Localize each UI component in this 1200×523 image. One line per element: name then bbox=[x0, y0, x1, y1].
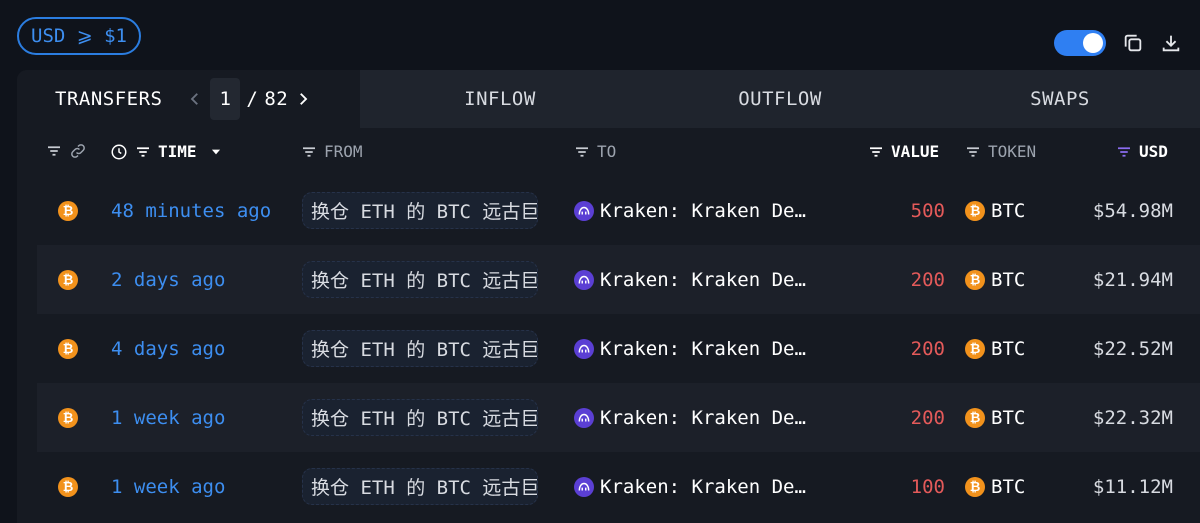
bitcoin-icon: ₿ bbox=[965, 200, 985, 221]
from-entity[interactable]: 换仓 ETH 的 BTC 远古巨鲸 bbox=[302, 399, 538, 436]
usd-filter-chip[interactable]: USD ⩾ $1 bbox=[17, 17, 141, 55]
tab-inflow[interactable]: INFLOW bbox=[360, 70, 640, 128]
value-cell: 500 bbox=[910, 199, 945, 222]
filter-icon[interactable] bbox=[964, 143, 982, 161]
header-from[interactable]: FROM bbox=[300, 142, 363, 161]
bitcoin-icon: ₿ bbox=[58, 200, 78, 221]
value-cell: 200 bbox=[910, 337, 945, 360]
page-separator: / bbox=[246, 88, 259, 110]
value-cell: 100 bbox=[910, 475, 945, 498]
kraken-icon bbox=[574, 407, 594, 428]
bitcoin-icon: ₿ bbox=[58, 338, 78, 359]
filter-icon[interactable] bbox=[300, 143, 318, 161]
time-link[interactable]: 4 days ago bbox=[111, 314, 225, 383]
tab-transfers[interactable]: TRANSFERS 1 / 82 bbox=[17, 70, 360, 128]
total-pages: 82 bbox=[264, 88, 289, 110]
header-usd[interactable]: USD bbox=[1115, 142, 1168, 161]
filter-icon[interactable] bbox=[45, 142, 63, 160]
table-row[interactable]: ₿ 2 days ago 换仓 ETH 的 BTC 远古巨鲸 Kraken: K… bbox=[37, 245, 1200, 314]
header-value[interactable]: VALUE bbox=[867, 142, 939, 161]
usd-cell: $54.98M bbox=[1092, 199, 1173, 222]
value-cell: 200 bbox=[910, 406, 945, 429]
table-header: TIME FROM TO VALUE TOKEN USD bbox=[17, 128, 1200, 176]
usd-cell: $22.52M bbox=[1092, 337, 1173, 360]
header-chain bbox=[45, 142, 87, 160]
token-symbol[interactable]: BTC bbox=[991, 269, 1025, 291]
table-row[interactable]: ₿ 1 week ago 换仓 ETH 的 BTC 远古巨鲸 Kraken: K… bbox=[17, 452, 1200, 521]
kraken-icon bbox=[574, 269, 594, 290]
table-row[interactable]: ₿ 4 days ago 换仓 ETH 的 BTC 远古巨鲸 Kraken: K… bbox=[17, 314, 1200, 383]
from-entity[interactable]: 换仓 ETH 的 BTC 远古巨鲸 bbox=[302, 192, 538, 229]
bitcoin-icon: ₿ bbox=[965, 338, 985, 359]
to-entity[interactable]: Kraken: Kraken De… bbox=[600, 269, 806, 291]
filter-icon[interactable] bbox=[134, 143, 152, 161]
filter-icon[interactable] bbox=[1115, 143, 1133, 161]
token-symbol[interactable]: BTC bbox=[991, 407, 1025, 429]
toggle-switch[interactable] bbox=[1054, 30, 1106, 56]
header-from-label: FROM bbox=[324, 142, 363, 161]
token-symbol[interactable]: BTC bbox=[991, 338, 1025, 360]
time-link[interactable]: 2 days ago bbox=[111, 245, 225, 314]
transfers-panel: TRANSFERS 1 / 82 INFLOW OUTFLOW SWAPS TI… bbox=[17, 70, 1200, 523]
top-actions bbox=[1054, 30, 1182, 56]
toggle-knob bbox=[1083, 33, 1103, 53]
clock-icon bbox=[111, 144, 127, 159]
header-to[interactable]: TO bbox=[573, 142, 616, 161]
link-icon[interactable] bbox=[69, 142, 87, 160]
filter-icon[interactable] bbox=[867, 143, 885, 161]
bitcoin-icon: ₿ bbox=[58, 269, 78, 290]
to-entity[interactable]: Kraken: Kraken De… bbox=[600, 338, 806, 360]
bitcoin-icon: ₿ bbox=[965, 269, 985, 290]
kraken-icon bbox=[574, 476, 594, 497]
time-link[interactable]: 48 minutes ago bbox=[111, 176, 271, 245]
table-row[interactable]: ₿ 1 week ago 换仓 ETH 的 BTC 远古巨鲸 Kraken: K… bbox=[37, 383, 1200, 452]
usd-cell: $11.12M bbox=[1092, 475, 1173, 498]
pagination: 1 / 82 bbox=[186, 78, 312, 120]
copy-icon[interactable] bbox=[1122, 32, 1144, 54]
chevron-left-icon[interactable] bbox=[186, 90, 204, 108]
header-usd-label: USD bbox=[1139, 142, 1168, 161]
to-entity[interactable]: Kraken: Kraken De… bbox=[600, 407, 806, 429]
token-symbol[interactable]: BTC bbox=[991, 200, 1025, 222]
header-to-label: TO bbox=[597, 142, 617, 161]
from-entity[interactable]: 换仓 ETH 的 BTC 远古巨鲸 bbox=[302, 330, 538, 367]
token-symbol[interactable]: BTC bbox=[991, 476, 1025, 498]
bitcoin-icon: ₿ bbox=[965, 407, 985, 428]
usd-cell: $22.32M bbox=[1092, 406, 1173, 429]
header-value-label: VALUE bbox=[891, 142, 940, 161]
tab-transfers-label: TRANSFERS bbox=[55, 88, 163, 110]
kraken-icon bbox=[574, 200, 594, 221]
header-token[interactable]: TOKEN bbox=[964, 142, 1036, 161]
bitcoin-icon: ₿ bbox=[58, 476, 78, 497]
header-time-label: TIME bbox=[158, 142, 197, 161]
inactive-tabs: INFLOW OUTFLOW SWAPS bbox=[360, 70, 1200, 128]
tab-swaps[interactable]: SWAPS bbox=[920, 70, 1200, 128]
from-entity[interactable]: 换仓 ETH 的 BTC 远古巨鲸 bbox=[302, 468, 538, 505]
header-token-label: TOKEN bbox=[988, 142, 1037, 161]
tab-bar: TRANSFERS 1 / 82 INFLOW OUTFLOW SWAPS bbox=[17, 70, 1200, 128]
caret-down-icon[interactable] bbox=[209, 145, 223, 159]
table-row[interactable]: ₿ 48 minutes ago 换仓 ETH 的 BTC 远古巨鲸 Krake… bbox=[17, 176, 1200, 245]
kraken-icon bbox=[574, 338, 594, 359]
tab-outflow[interactable]: OUTFLOW bbox=[640, 70, 920, 128]
from-entity[interactable]: 换仓 ETH 的 BTC 远古巨鲸 bbox=[302, 261, 538, 298]
header-time[interactable]: TIME bbox=[110, 142, 223, 161]
bitcoin-icon: ₿ bbox=[965, 476, 985, 497]
table-body: ₿ 48 minutes ago 换仓 ETH 的 BTC 远古巨鲸 Krake… bbox=[17, 176, 1200, 521]
filter-icon[interactable] bbox=[573, 143, 591, 161]
to-entity[interactable]: Kraken: Kraken De… bbox=[600, 476, 806, 498]
usd-cell: $21.94M bbox=[1092, 268, 1173, 291]
download-icon[interactable] bbox=[1160, 32, 1182, 54]
time-link[interactable]: 1 week ago bbox=[111, 383, 225, 452]
current-page[interactable]: 1 bbox=[210, 78, 241, 120]
value-cell: 200 bbox=[910, 268, 945, 291]
bitcoin-icon: ₿ bbox=[58, 407, 78, 428]
time-link[interactable]: 1 week ago bbox=[111, 452, 225, 521]
to-entity[interactable]: Kraken: Kraken De… bbox=[600, 200, 806, 222]
chevron-right-icon[interactable] bbox=[294, 90, 312, 108]
